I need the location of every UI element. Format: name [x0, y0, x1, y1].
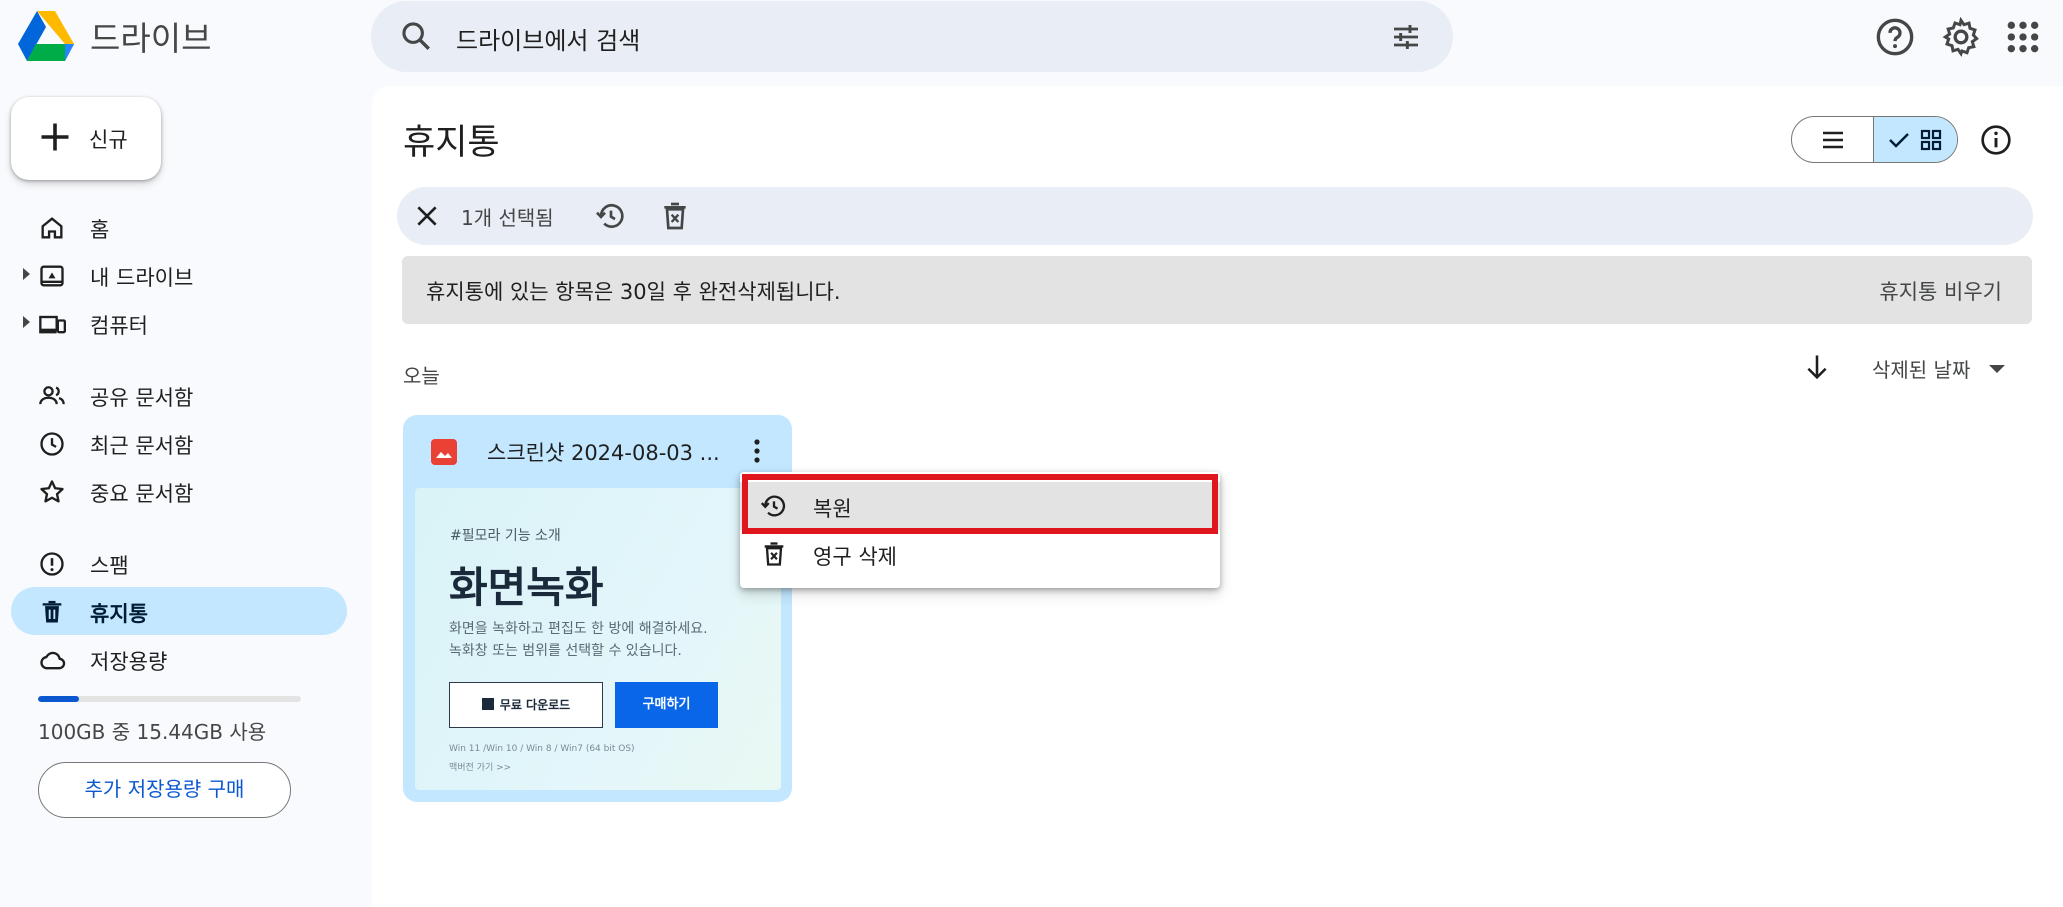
drive-logo[interactable] [18, 11, 74, 61]
new-button[interactable]: 신규 [11, 97, 161, 180]
filter-options-icon[interactable] [1389, 21, 1423, 53]
trash-icon [42, 600, 62, 623]
search-bar[interactable]: 드라이브에서 검색 [371, 1, 1453, 72]
empty-trash-button[interactable]: 휴지통 비우기 [1879, 276, 2002, 306]
app-title: 드라이브 [90, 19, 212, 58]
people-icon [39, 386, 65, 405]
delete-forever-icon[interactable] [659, 200, 691, 232]
settings-gear-icon[interactable] [1941, 17, 1981, 57]
sidebar-item-home[interactable]: 홈 [11, 203, 347, 251]
dropdown-caret-icon[interactable] [1989, 365, 2005, 373]
selection-count: 1개 선택됨 [461, 206, 554, 230]
file-name: 스크린샷 2024-08-03 ... [487, 441, 720, 465]
sidebar-item-label: 중요 문서함 [90, 482, 194, 506]
menu-item-delete-forever[interactable]: 영구 삭제 [740, 530, 1220, 578]
section-heading-today: 오늘 [403, 364, 440, 388]
search-icon[interactable] [399, 19, 433, 53]
my-drive-icon [40, 265, 64, 287]
cloud-icon [40, 651, 66, 670]
sidebar-item-computers[interactable]: 컴퓨터 [11, 299, 347, 347]
sidebar-item-storage[interactable]: 저장용량 [11, 635, 347, 683]
thumb-buy-button: 구매하기 [615, 682, 718, 728]
search-input[interactable]: 드라이브에서 검색 [456, 21, 640, 56]
thumb-description: 화면을 녹화하고 편집도 한 방에 해결하세요. [449, 621, 708, 637]
computer-icon [39, 315, 66, 334]
image-file-icon [431, 439, 457, 465]
clock-icon [40, 432, 64, 456]
spam-icon [40, 552, 64, 576]
thumb-system-requirements: Win 11 /Win 10 / Win 8 / Win7 (64 bit OS… [449, 744, 635, 754]
selection-toolbar: 1개 선택됨 [397, 187, 2033, 245]
sidebar-item-shared[interactable]: 공유 문서함 [11, 371, 347, 419]
more-options-icon[interactable] [751, 435, 763, 467]
sidebar-item-spam[interactable]: 스팸 [11, 539, 347, 587]
sidebar-item-label: 공유 문서함 [90, 386, 194, 410]
new-button-label: 신규 [89, 128, 128, 152]
thumb-headline: 화면녹화 [449, 563, 604, 612]
file-card[interactable]: 스크린샷 2024-08-03 ... #필모라 기능 소개 화면녹화 화면을 … [403, 415, 792, 802]
home-icon [41, 217, 63, 239]
thumb-download-label: 무료 다운로드 [499, 698, 571, 712]
sidebar-item-trash[interactable]: 휴지통 [11, 587, 347, 635]
grid-view-button[interactable] [1874, 117, 1957, 162]
storage-usage-text: 100GB 중 15.44GB 사용 [38, 720, 267, 744]
buy-storage-button[interactable]: 추가 저장용량 구매 [38, 762, 291, 818]
delete-forever-icon [764, 542, 784, 566]
list-icon [1823, 131, 1843, 149]
thumb-download-button: 무료 다운로드 [449, 682, 603, 728]
sort-by-dropdown[interactable]: 삭제된 날짜 [1872, 354, 1970, 383]
file-thumbnail[interactable]: #필모라 기능 소개 화면녹화 화면을 녹화하고 편집도 한 방에 해결하세요.… [415, 488, 781, 790]
sidebar-item-label: 컴퓨터 [90, 314, 148, 338]
help-icon[interactable] [1875, 17, 1915, 57]
star-icon [40, 480, 64, 503]
sidebar-item-label: 홈 [90, 218, 110, 242]
view-toggle[interactable] [1791, 116, 1958, 163]
sidebar-item-my-drive[interactable]: 내 드라이브 [11, 251, 347, 299]
thumb-tag: #필모라 기능 소개 [450, 528, 561, 544]
sidebar-item-label: 휴지통 [90, 602, 148, 626]
thumb-mac-link: 맥버전 가기 >> [449, 763, 512, 773]
plus-icon [41, 123, 69, 151]
check-icon [1889, 133, 1909, 148]
sidebar-item-label: 스팸 [90, 554, 129, 578]
trash-notice-message: 휴지통에 있는 항목은 30일 후 완전삭제됩니다. [426, 280, 841, 304]
windows-icon [481, 698, 494, 710]
sidebar-item-recent[interactable]: 최근 문서함 [11, 419, 347, 467]
info-icon[interactable] [1980, 124, 2012, 156]
menu-item-label: 영구 삭제 [813, 545, 897, 569]
restore-icon[interactable] [595, 200, 627, 232]
expand-arrow-icon[interactable] [23, 316, 30, 328]
list-view-button[interactable] [1792, 117, 1874, 162]
storage-usage-bar [38, 696, 301, 702]
grid-icon [1920, 129, 1942, 151]
trash-notice-banner: 휴지통에 있는 항목은 30일 후 완전삭제됩니다. 휴지통 비우기 [402, 256, 2032, 324]
sidebar-item-label: 최근 문서함 [90, 434, 194, 458]
thumb-description: 녹화창 또는 범위를 선택할 수 있습니다. [449, 643, 682, 659]
close-icon[interactable] [414, 203, 440, 229]
sort-direction-icon[interactable] [1803, 352, 1831, 382]
page-title: 휴지통 [403, 123, 500, 163]
highlight-annotation-box [742, 474, 1218, 534]
expand-arrow-icon[interactable] [23, 268, 30, 280]
sidebar-item-starred[interactable]: 중요 문서함 [11, 467, 347, 515]
sidebar-item-label: 저장용량 [90, 650, 168, 674]
apps-grid-icon[interactable] [2003, 17, 2043, 57]
sidebar-item-label: 내 드라이브 [90, 266, 194, 290]
storage-usage-fill [38, 696, 79, 702]
